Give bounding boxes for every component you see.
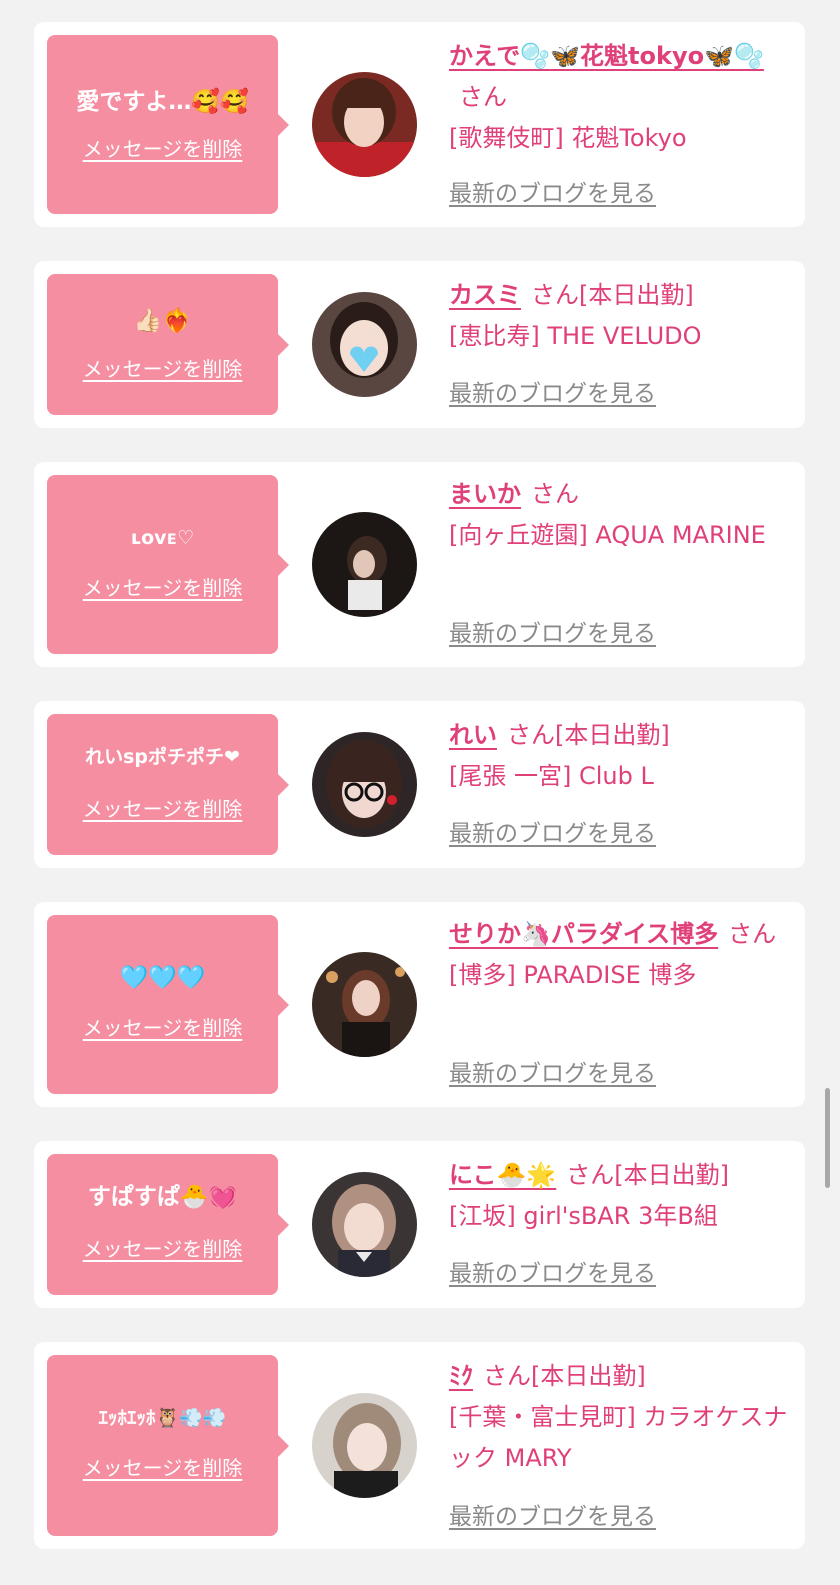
- message-bubble: 🩵🩵🩵 メッセージを削除: [47, 915, 289, 1094]
- message-text: ｴｯﾎｴｯﾎ🦉💨💨: [98, 1407, 227, 1429]
- message-bubble: 👍🏻❤️‍🔥 メッセージを削除: [47, 274, 289, 415]
- cast-name-link[interactable]: ﾐｸ: [449, 1362, 473, 1390]
- san-label: さん: [531, 281, 579, 309]
- today-badge: [本日出勤]: [579, 281, 694, 309]
- message-bubble: れいspポチポチ❤︎ メッセージを削除: [47, 714, 289, 855]
- delete-message-button[interactable]: メッセージを削除: [47, 1236, 278, 1262]
- message-bubble: すぱすぱ🐣💓 メッセージを削除: [47, 1154, 289, 1295]
- today-badge: [本日出勤]: [555, 721, 670, 749]
- cast-info: かえで🫧🦋花魁tokyo🦋🫧 さん [歌舞伎町] 花魁Tokyo: [449, 36, 794, 159]
- avatar[interactable]: [312, 1393, 417, 1498]
- avatar[interactable]: [312, 1172, 417, 1277]
- message-card: すぱすぱ🐣💓 メッセージを削除 にこ🐣🌟 さん[本日出勤] [江坂] girl's…: [34, 1141, 805, 1308]
- latest-blog-link[interactable]: 最新のブログを見る: [449, 179, 656, 209]
- cast-name-link[interactable]: まいか: [449, 480, 521, 508]
- latest-blog-link[interactable]: 最新のブログを見る: [449, 1059, 656, 1089]
- avatar[interactable]: [312, 292, 417, 397]
- message-bubble: 愛ですよ…🥰🥰 メッセージを削除: [47, 35, 289, 214]
- cast-info: まいか さん [向ヶ丘遊園] AQUA MARINE: [449, 474, 794, 556]
- san-label: さん: [483, 1362, 531, 1390]
- san-label: さん: [507, 721, 555, 749]
- cast-info: れい さん[本日出勤] [尾張 一宮] Club L: [449, 715, 794, 797]
- message-text: ʟᴏᴠᴇ♡: [130, 527, 195, 549]
- avatar[interactable]: [312, 512, 417, 617]
- latest-blog-link[interactable]: 最新のブログを見る: [449, 1259, 656, 1289]
- shop-name: [向ヶ丘遊園] AQUA MARINE: [449, 521, 766, 549]
- latest-blog-link[interactable]: 最新のブログを見る: [449, 619, 656, 649]
- message-text: れいspポチポチ❤︎: [85, 746, 240, 768]
- message-card: 👍🏻❤️‍🔥 メッセージを削除 カスミ さん[本日出勤] [恵比寿] THE VE…: [34, 261, 805, 428]
- shop-name: [江坂] girl'sBAR 3年B組: [449, 1202, 718, 1230]
- delete-message-button[interactable]: メッセージを削除: [47, 1455, 278, 1481]
- message-bubble: ｴｯﾎｴｯﾎ🦉💨💨 メッセージを削除: [47, 1355, 289, 1536]
- delete-message-button[interactable]: メッセージを削除: [47, 575, 278, 601]
- san-label: さん: [566, 1161, 615, 1189]
- shop-name: [尾張 一宮] Club L: [449, 762, 654, 790]
- message-text: 👍🏻❤️‍🔥: [133, 308, 192, 334]
- cast-name-link[interactable]: せりか🦄パラダイス博多: [449, 920, 718, 948]
- message-card: ʟᴏᴠᴇ♡ メッセージを削除 まいか さん [向ヶ丘遊園] AQUA MARINE…: [34, 462, 805, 667]
- latest-blog-link[interactable]: 最新のブログを見る: [449, 819, 656, 849]
- shop-name: [歌舞伎町] 花魁Tokyo: [449, 124, 687, 152]
- today-badge: [本日出勤]: [531, 1362, 646, 1390]
- san-label: さん: [531, 480, 579, 508]
- delete-message-button[interactable]: メッセージを削除: [47, 796, 278, 822]
- cast-name-link[interactable]: にこ🐣🌟: [449, 1161, 556, 1189]
- cast-info: にこ🐣🌟 さん[本日出勤] [江坂] girl'sBAR 3年B組: [449, 1155, 794, 1237]
- message-bubble: ʟᴏᴠᴇ♡ メッセージを削除: [47, 475, 289, 654]
- shop-name: [恵比寿] THE VELUDO: [449, 322, 702, 350]
- shop-name: [博多] PARADISE 博多: [449, 961, 697, 989]
- scrollbar-thumb[interactable]: [825, 1088, 830, 1188]
- avatar[interactable]: [312, 952, 417, 1057]
- delete-message-button[interactable]: メッセージを削除: [47, 1015, 278, 1041]
- message-text: 愛ですよ…🥰🥰: [76, 89, 249, 115]
- message-card: ｴｯﾎｴｯﾎ🦉💨💨 メッセージを削除 ﾐｸ さん[本日出勤] [千葉・富士見町] …: [34, 1342, 805, 1549]
- cast-info: カスミ さん[本日出勤] [恵比寿] THE VELUDO: [449, 275, 794, 357]
- cast-name-link[interactable]: カスミ: [449, 281, 521, 309]
- message-text: すぱすぱ🐣💓: [87, 1184, 238, 1210]
- san-label: さん: [728, 920, 777, 948]
- delete-message-button[interactable]: メッセージを削除: [47, 356, 278, 382]
- cast-name-link[interactable]: かえで🫧🦋花魁tokyo🦋🫧: [449, 42, 764, 70]
- cast-info: ﾐｸ さん[本日出勤] [千葉・富士見町] カラオケスナック MARY: [449, 1356, 794, 1479]
- today-badge: [本日出勤]: [614, 1161, 730, 1189]
- message-card: れいspポチポチ❤︎ メッセージを削除 れい さん[本日出勤] [尾張 一宮] C…: [34, 701, 805, 868]
- delete-message-button[interactable]: メッセージを削除: [47, 136, 278, 162]
- cast-info: せりか🦄パラダイス博多 さん [博多] PARADISE 博多: [449, 914, 794, 996]
- shop-name: [千葉・富士見町] カラオケスナック MARY: [449, 1403, 788, 1472]
- message-card: 🩵🩵🩵 メッセージを削除 せりか🦄パラダイス博多 さん [博多] PARADISE…: [34, 902, 805, 1107]
- message-card: 愛ですよ…🥰🥰 メッセージを削除 かえで🫧🦋花魁tokyo🦋🫧 さん [歌舞伎町]…: [34, 22, 805, 227]
- avatar[interactable]: [312, 72, 417, 177]
- cast-name-link[interactable]: れい: [449, 721, 497, 749]
- message-text: 🩵🩵🩵: [119, 965, 206, 991]
- san-label: さん: [459, 83, 507, 111]
- latest-blog-link[interactable]: 最新のブログを見る: [449, 1502, 656, 1532]
- latest-blog-link[interactable]: 最新のブログを見る: [449, 379, 656, 409]
- avatar[interactable]: [312, 732, 417, 837]
